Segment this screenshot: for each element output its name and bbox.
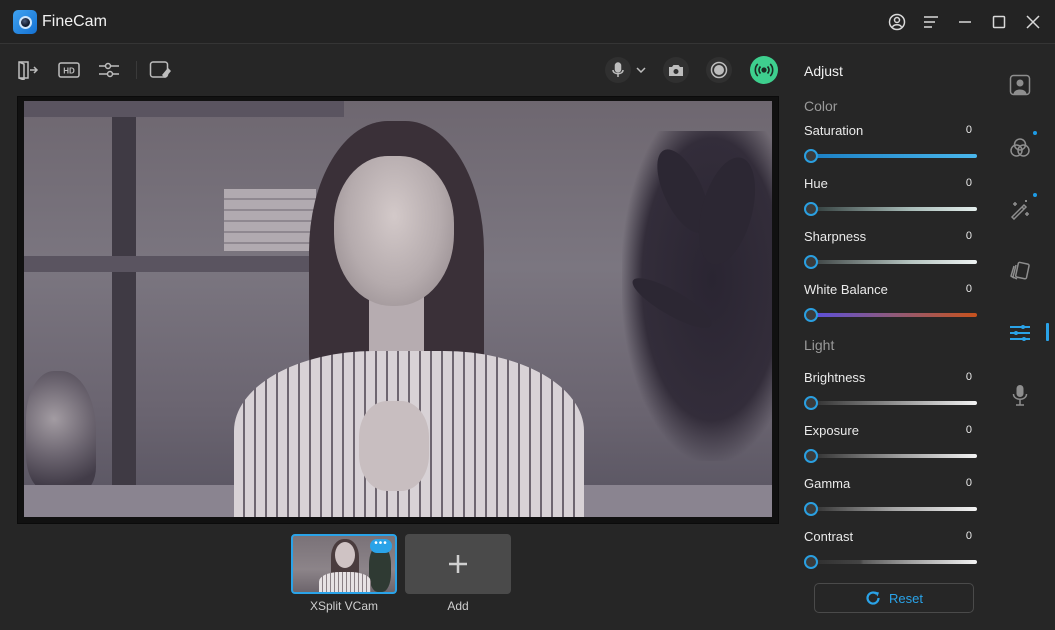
sharpness-slider-handle[interactable]: [804, 255, 818, 269]
hue-slider[interactable]: [810, 207, 977, 211]
group-label-color: Color: [804, 98, 838, 114]
slider-label: Contrast: [804, 529, 854, 544]
camera-feed-image: [24, 101, 772, 517]
gamma-slider-handle[interactable]: [804, 502, 818, 516]
saturation-slider-handle[interactable]: [804, 149, 818, 163]
brightness-slider[interactable]: [810, 401, 977, 405]
slider-value: 0: [965, 283, 972, 295]
svg-text:HD: HD: [63, 67, 75, 76]
contrast-slider-handle[interactable]: [804, 555, 818, 569]
add-source-label: Add: [447, 599, 469, 613]
slider-value: 0: [965, 424, 972, 436]
chevron-down-icon[interactable]: [633, 60, 649, 80]
slider-label: Brightness: [804, 370, 866, 385]
camera-snapshot-button[interactable]: [663, 57, 689, 83]
account-icon[interactable]: [887, 12, 907, 32]
sharpness-slider[interactable]: [810, 260, 977, 264]
source-label: XSplit VCam: [309, 599, 379, 613]
slider-value: 0: [965, 477, 972, 489]
portrait-icon[interactable]: [1008, 73, 1032, 97]
brightness-slider-handle[interactable]: [804, 396, 818, 410]
adjust-sliders-icon[interactable]: [1008, 321, 1032, 345]
exposure-slider[interactable]: [810, 454, 977, 458]
app-title: FineCam: [42, 13, 107, 30]
slider-value: 0: [965, 230, 972, 242]
gamma-slider[interactable]: [810, 507, 977, 511]
slider-label: Saturation: [804, 123, 864, 138]
hue-slider-handle[interactable]: [804, 202, 818, 216]
slider-label: Exposure: [804, 423, 859, 438]
microphone-icon[interactable]: [1008, 383, 1032, 407]
contrast-slider[interactable]: [810, 560, 977, 564]
live-broadcast-icon: [754, 63, 774, 77]
record-icon: [710, 61, 728, 79]
saturation-slider[interactable]: [810, 154, 977, 158]
exit-icon[interactable]: [17, 59, 39, 81]
slider-label: Sharpness: [804, 229, 867, 244]
settings-sliders-icon[interactable]: [98, 59, 120, 81]
maximize-icon[interactable]: [989, 12, 1009, 32]
reset-button[interactable]: Reset: [814, 583, 974, 613]
add-source-button[interactable]: [405, 534, 511, 594]
active-tab-indicator: [1046, 323, 1049, 341]
slider-label: Gamma: [804, 476, 851, 491]
exposure-slider-handle[interactable]: [804, 449, 818, 463]
slider-value: 0: [965, 371, 972, 383]
white-balance-slider[interactable]: [810, 313, 977, 317]
reset-icon: [866, 591, 880, 605]
whiteboard-icon[interactable]: [149, 59, 171, 81]
slider-value: 0: [965, 177, 972, 189]
microphone-button[interactable]: [605, 57, 631, 83]
title-bar: FineCam: [0, 0, 1055, 44]
slider-value: 0: [965, 530, 972, 542]
white-balance-slider-handle[interactable]: [804, 308, 818, 322]
slider-label: Hue: [804, 176, 828, 191]
slider-label: White Balance: [804, 282, 888, 297]
toolbar-divider: [136, 61, 137, 79]
new-badge: [1033, 193, 1037, 197]
slider-value: 0: [965, 124, 972, 136]
group-label-light: Light: [804, 337, 835, 353]
microphone-icon: [612, 62, 624, 77]
menu-icon[interactable]: [921, 12, 941, 32]
app-logo-icon: [13, 10, 37, 34]
record-button[interactable]: [706, 57, 732, 83]
plus-icon: [449, 555, 467, 573]
hd-icon[interactable]: HD: [58, 59, 80, 81]
panel-title: Adjust: [804, 63, 843, 79]
more-options-button[interactable]: •••: [370, 539, 392, 553]
color-filter-icon[interactable]: [1008, 136, 1032, 160]
magic-wand-icon[interactable]: [1008, 197, 1032, 221]
new-badge: [1033, 131, 1037, 135]
reset-label: Reset: [889, 590, 923, 606]
camera-preview[interactable]: [17, 96, 779, 524]
minimize-icon[interactable]: [955, 12, 975, 32]
cards-icon[interactable]: [1008, 259, 1032, 283]
source-thumbnail-xsplit-vcam[interactable]: •••: [291, 534, 397, 594]
live-broadcast-button[interactable]: [750, 56, 778, 84]
camera-icon: [669, 65, 683, 76]
close-icon[interactable]: [1023, 12, 1043, 32]
